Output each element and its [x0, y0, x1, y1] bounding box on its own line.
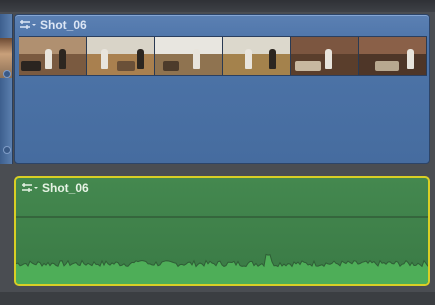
timeline-bottom-area: [0, 292, 435, 305]
audio-clip-header: Shot_06: [21, 179, 89, 197]
filmstrip-frame: [87, 37, 155, 75]
video-filmstrip: [19, 36, 427, 76]
filmstrip-frame: [19, 37, 87, 75]
video-clip[interactable]: Shot_06: [14, 14, 430, 164]
keyframe-marker[interactable]: [3, 70, 11, 78]
video-clip-name: Shot_06: [40, 18, 87, 32]
filmstrip-frame: [291, 37, 359, 75]
clip-options-icon[interactable]: [21, 182, 39, 194]
filmstrip-frame: [359, 37, 427, 75]
audio-clip[interactable]: Shot_06: [14, 176, 430, 286]
video-clip-header: Shot_06: [19, 16, 87, 34]
clip-options-icon[interactable]: [19, 19, 37, 31]
filmstrip-frame: [155, 37, 223, 75]
waveform-area: [16, 254, 428, 284]
audio-clip-name: Shot_06: [42, 181, 89, 195]
previous-clip-edge[interactable]: [0, 14, 13, 164]
keyframe-marker[interactable]: [3, 146, 11, 154]
filmstrip-frame: [223, 37, 291, 75]
timeline-top-strip: [0, 0, 435, 12]
